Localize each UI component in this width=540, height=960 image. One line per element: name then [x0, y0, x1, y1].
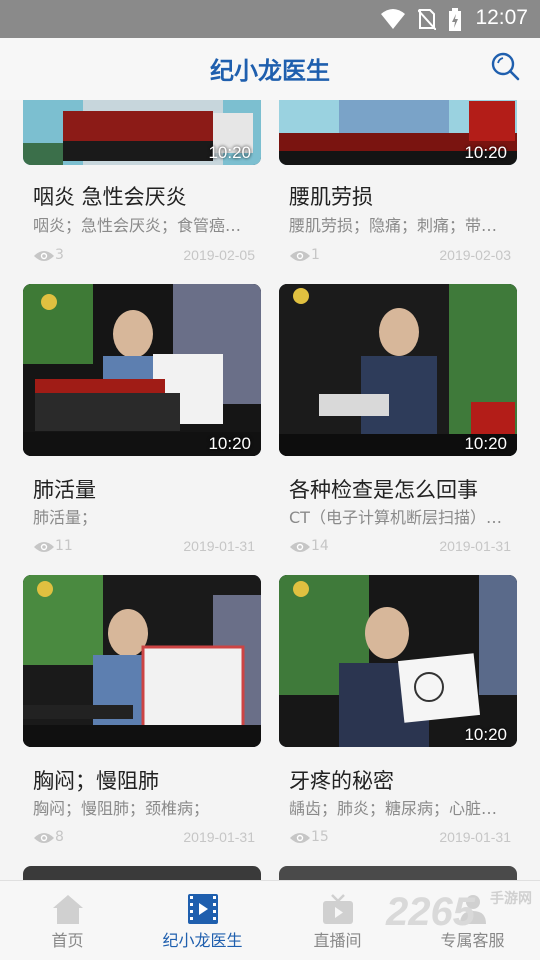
video-card[interactable]: 10:20 咽炎 急性会厌炎 咽炎；急性会厌炎；食管癌… 3 2019-02-0…	[23, 100, 261, 270]
eye-icon	[34, 542, 54, 552]
eye-icon	[290, 833, 310, 843]
search-icon[interactable]	[490, 51, 520, 81]
eye-icon	[34, 251, 54, 261]
video-grid: 10:20 咽炎 急性会厌炎 咽炎；急性会厌炎；食管癌… 3 2019-02-0…	[0, 100, 540, 880]
video-card[interactable]: 10:20 各种检查是怎么回事 CT（电子计算机断层扫描）… 14 2019-0…	[279, 284, 517, 554]
video-thumbnail[interactable]: 10:20	[279, 100, 517, 165]
video-duration: 10:20	[208, 434, 251, 453]
tv-icon	[322, 894, 353, 924]
video-tags: CT（电子计算机断层扫描）…	[289, 508, 502, 527]
publish-date: 2019-01-31	[183, 829, 255, 845]
battery-charging-icon	[449, 8, 461, 31]
view-count: 11	[55, 538, 73, 554]
video-thumbnail[interactable]: 10:20	[23, 100, 261, 165]
video-duration: 10:20	[464, 143, 507, 162]
video-thumbnail[interactable]	[23, 575, 261, 747]
video-tags: 胸闷；慢阻肺；颈椎病；	[33, 799, 210, 818]
video-thumbnail[interactable]	[279, 866, 517, 880]
status-time: 12:07	[475, 6, 528, 29]
video-card[interactable]: 10:20 肺活量 肺活量； 11 2019-01-31	[23, 284, 261, 554]
video-title: 牙疼的秘密	[289, 769, 394, 793]
tab-live[interactable]: 直播间	[270, 881, 405, 960]
video-tags: 龋齿；肺炎；糖尿病；心脏…	[289, 799, 498, 818]
video-card[interactable]: 10:20 牙疼的秘密 龋齿；肺炎；糖尿病；心脏… 15 2019-01-31	[279, 575, 517, 845]
eye-icon	[290, 542, 310, 552]
publish-date: 2019-01-31	[439, 829, 511, 845]
video-card[interactable]: 10:20 腰肌劳损 腰肌劳损；隐痛；刺痛；带… 1 2019-02-03	[279, 100, 517, 270]
eye-icon	[290, 251, 310, 261]
no-sim-icon	[418, 9, 436, 30]
wifi-icon	[381, 9, 405, 29]
publish-date: 2019-02-05	[183, 247, 255, 263]
watermark-site: 手游网	[490, 891, 532, 907]
video-duration: 10:20	[464, 434, 507, 453]
eye-icon	[34, 833, 54, 843]
status-bar: 12:07	[0, 0, 540, 38]
view-count: 15	[311, 829, 329, 845]
watermark-number: 2265	[386, 890, 475, 934]
video-title: 腰肌劳损	[289, 185, 373, 209]
video-card[interactable]: 胸闷；慢阻肺 胸闷；慢阻肺；颈椎病； 8 2019-01-31	[23, 575, 261, 845]
tab-label: 直播间	[313, 931, 362, 950]
page-title: 纪小龙医生	[210, 57, 330, 85]
tab-label: 首页	[51, 931, 84, 950]
publish-date: 2019-01-31	[183, 538, 255, 554]
video-thumbnail[interactable]: 10:20	[279, 284, 517, 456]
video-duration: 10:20	[208, 143, 251, 162]
video-tags: 腰肌劳损；隐痛；刺痛；带…	[289, 216, 498, 235]
view-count: 8	[55, 829, 64, 845]
publish-date: 2019-02-03	[439, 247, 511, 263]
video-tags: 肺活量；	[33, 508, 98, 527]
video-duration: 10:20	[464, 725, 507, 744]
tab-label: 纪小龙医生	[162, 931, 243, 950]
video-title: 肺活量	[33, 478, 96, 502]
view-count: 1	[311, 247, 320, 263]
video-title: 各种检查是怎么回事	[289, 478, 478, 502]
view-count: 14	[311, 538, 329, 554]
publish-date: 2019-01-31	[439, 538, 511, 554]
video-title: 胸闷；慢阻肺	[33, 769, 159, 793]
tab-doctor[interactable]: 纪小龙医生	[135, 881, 270, 960]
home-icon	[52, 895, 83, 924]
tab-home[interactable]: 首页	[0, 881, 135, 960]
video-tags: 咽炎；急性会厌炎；食管癌…	[33, 216, 242, 235]
video-thumbnail[interactable]: 10:20	[23, 284, 261, 456]
video-film-icon	[187, 894, 218, 924]
view-count: 3	[55, 247, 64, 263]
video-thumbnail[interactable]: 10:20	[279, 575, 517, 747]
site-watermark: 2265 手游网	[386, 880, 540, 960]
app-bar: 纪小龙医生	[0, 38, 540, 100]
video-thumbnail[interactable]	[23, 866, 261, 880]
video-title: 咽炎 急性会厌炎	[33, 185, 187, 209]
